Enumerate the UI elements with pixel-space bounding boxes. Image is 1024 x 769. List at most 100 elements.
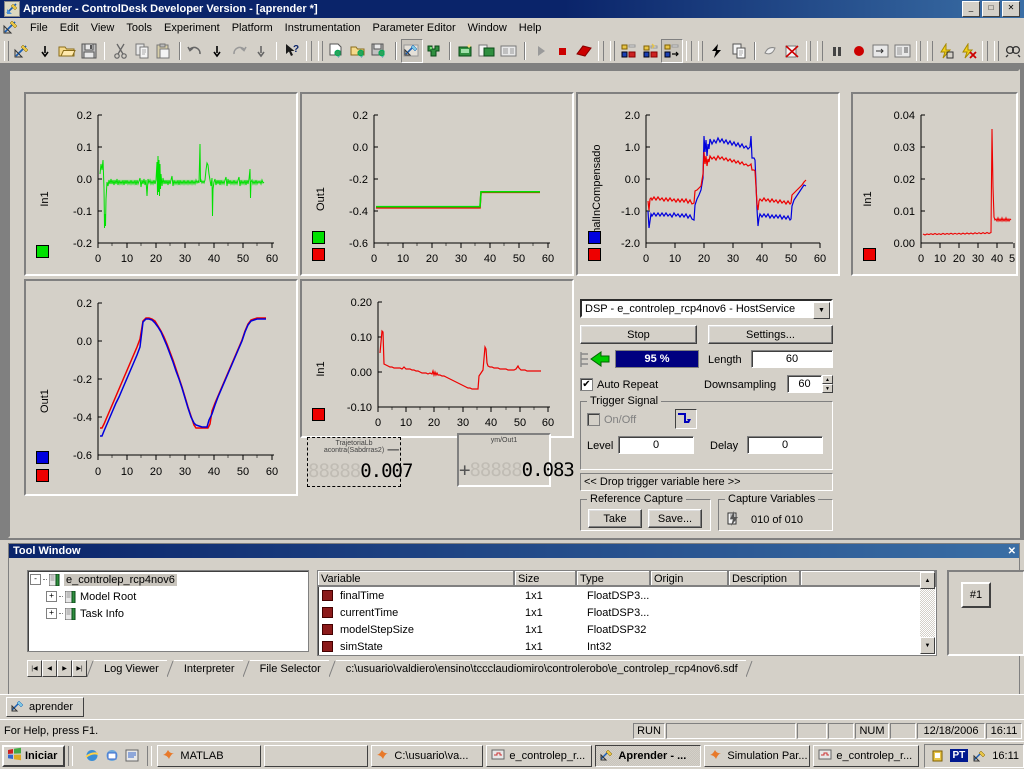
minimize-button[interactable]: _ [962,1,980,17]
copy-icon[interactable] [131,39,153,63]
tab-nav-last[interactable]: ▶| [72,660,87,677]
grid-vertical-scrollbar[interactable]: ▲ ▼ [920,572,935,654]
tab-interpreter[interactable]: Interpreter [174,660,243,677]
undo-dropdown-icon[interactable] [206,39,228,63]
taskbar-button-simulation-par[interactable]: Simulation Par... [704,745,810,767]
save-button[interactable]: Save... [648,509,702,528]
edit-mode-icon[interactable] [401,39,423,63]
toolbar-grip[interactable] [698,41,703,61]
toolbar-grip[interactable] [318,41,323,61]
open-experiment-icon[interactable] [348,39,370,63]
help-pointer-icon[interactable]: ? [281,39,303,63]
stepper-up-icon[interactable]: ▲ [822,375,833,384]
stepper-down-icon[interactable]: ▼ [822,384,833,393]
take-button[interactable]: Take [588,509,642,528]
redo-dropdown-icon[interactable] [250,39,272,63]
tray-clock[interactable]: 16:11 [992,750,1019,762]
animation-mode-icon[interactable] [423,39,445,63]
trigger-onoff-checkbox[interactable] [587,413,600,426]
falling-edge-icon[interactable] [675,409,697,429]
download-app-icon[interactable] [706,39,728,63]
paste-icon[interactable] [153,39,175,63]
menu-experiment[interactable]: Experiment [158,20,226,36]
record-icon[interactable] [848,39,870,63]
tab-file-selector[interactable]: File Selector [250,660,329,677]
plot-sinal-compensado[interactable]: SinalInCompensado 2.0 1.0 0.0 -1.0 -2.0 [576,92,840,276]
clear-icon[interactable] [760,39,782,63]
trigger-variable-dropzone[interactable]: << Drop trigger variable here >> [580,473,833,491]
layout-1-icon[interactable] [618,39,640,63]
plot-in1-noise[interactable]: In1 0.2 0.1 0.0 -0.1 -0.2 [24,92,298,276]
tab-nav-next[interactable]: ▶ [57,660,72,677]
column-header-variable[interactable]: Variable [318,571,515,586]
menu-parameter-editor[interactable]: Parameter Editor [366,20,461,36]
close-button[interactable]: ✕ [1002,1,1020,17]
variable-tree[interactable]: - e_controlep_rcp4nov6 + Model Root + [27,570,309,652]
expander-icon[interactable]: - [30,574,41,585]
toolbar-grip[interactable] [686,41,691,61]
platform-info-icon[interactable] [476,39,498,63]
taskbar-button-simulink-2[interactable]: e_controlep_r... [813,745,919,767]
column-header-blank[interactable] [801,571,936,586]
menu-view[interactable]: View [85,20,121,36]
tab-nav-prev[interactable]: ◀ [42,660,57,677]
platform-select[interactable]: DSP - e_controlep_rcp4nov6 - HostService… [580,299,833,318]
toolbar-grip[interactable] [598,41,603,61]
menu-help[interactable]: Help [513,20,548,36]
delay-field[interactable]: 0 [747,436,823,454]
chevron-down-icon[interactable]: ▼ [813,302,830,319]
plot-in1-error[interactable]: In1 0.20 0.10 0.00 -0.10 [300,279,574,438]
table-row[interactable]: finalTime 1x1 FloatDSP3... [318,587,936,604]
level-field[interactable]: 0 [618,436,694,454]
toolbar-grip[interactable] [817,41,822,61]
table-row[interactable]: currentTime 1x1 FloatDSP3... [318,604,936,621]
internet-explorer-icon[interactable] [83,747,101,765]
tree-node-root[interactable]: - e_controlep_rcp4nov6 [28,571,308,588]
tree-node-task-info[interactable]: + Task Info [28,605,308,622]
stop-icon[interactable] [552,39,574,63]
layout-2-icon[interactable] [640,39,662,63]
table-row[interactable]: modelStepSize 1x1 FloatDSP32 [318,621,936,638]
book-icon[interactable] [573,39,595,63]
settings-button[interactable]: Settings... [708,325,833,344]
new-experiment-doc-icon[interactable] [326,39,348,63]
taskbar-button-usuario[interactable]: C:\usuario\va... [371,745,483,767]
tool-window-close-icon[interactable]: ✕ [1008,546,1016,557]
cut-icon[interactable] [109,39,131,63]
table-row[interactable]: simState 1x1 Int32 [318,638,936,655]
outlook-icon[interactable] [103,747,121,765]
clear-all-icon[interactable] [781,39,803,63]
document-icon[interactable] [2,20,20,36]
column-header-size[interactable]: Size [515,571,577,586]
toolbar-grip[interactable] [982,41,987,61]
plot-out1-step[interactable]: Out1 0.2 0.0 -0.2 -0.4 -0.6 [300,92,574,276]
menu-window[interactable]: Window [462,20,513,36]
save-icon[interactable] [78,39,100,63]
view-1-icon[interactable] [869,39,891,63]
register-platform-icon[interactable] [455,39,477,63]
taskbar-button-aprender[interactable]: Aprender - ... [595,745,701,767]
run-icon[interactable] [530,39,552,63]
open-dropdown-icon[interactable] [34,39,56,63]
column-header-description[interactable]: Description [729,571,801,586]
document-tab-aprender[interactable]: aprender [6,697,84,717]
undo-icon[interactable] [185,39,207,63]
expander-icon[interactable]: + [46,591,57,602]
scroll-down-icon[interactable]: ▼ [920,637,935,654]
tab-sdf-path[interactable]: c:\usuario\valdiero\ensino\tccclaudiomir… [336,660,746,677]
app-info-icon[interactable] [728,39,750,63]
toolbar-grip[interactable] [610,41,615,61]
scroll-up-icon[interactable]: ▲ [920,572,935,589]
layout-3-icon[interactable] [661,39,683,63]
redo-icon[interactable] [228,39,250,63]
save-experiment-icon[interactable] [370,39,392,63]
downsampling-stepper[interactable]: ▲ ▼ [822,375,833,393]
tab-nav-first[interactable]: |◀ [27,660,42,677]
view-2-icon[interactable] [891,39,913,63]
platform-props-icon[interactable] [498,39,520,63]
menu-instrumentation[interactable]: Instrumentation [279,20,367,36]
toolbar-grip[interactable] [916,41,921,61]
menu-tools[interactable]: Tools [120,20,158,36]
column-header-type[interactable]: Type [577,571,651,586]
ym-out1-display[interactable]: ym/Out1 +888880.083 [457,433,551,487]
